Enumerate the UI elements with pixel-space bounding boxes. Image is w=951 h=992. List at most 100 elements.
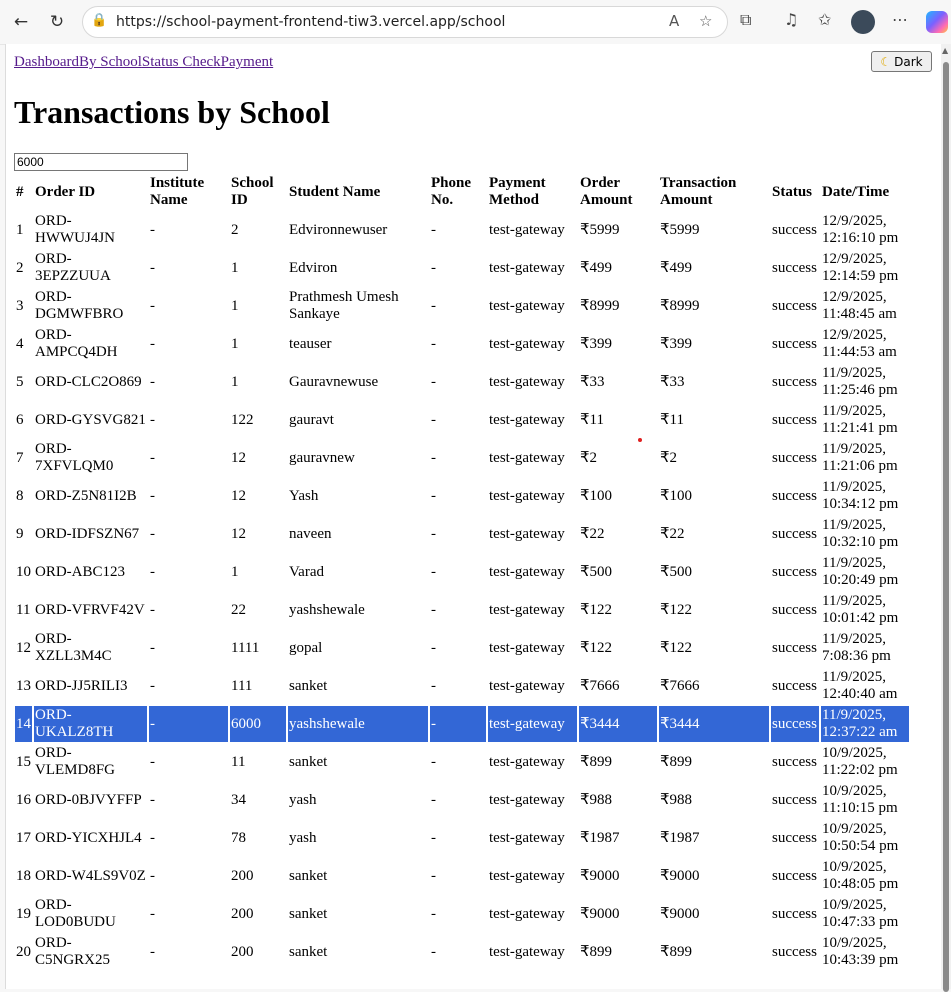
table-row[interactable]: 11 ORD-VFRVF42V -22 yashshewale - test-gatewa… xyxy=(15,592,909,628)
cell-index: 17 xyxy=(16,829,31,846)
nav-link-status-check[interactable]: Status Check xyxy=(142,54,221,70)
cell-school-id: 12 xyxy=(231,449,246,466)
cell-school-id: 1 xyxy=(231,297,239,314)
cell-institute: - xyxy=(150,753,155,770)
back-arrow-icon[interactable]: ← xyxy=(8,9,34,35)
extensions-icon[interactable]: ⧉ xyxy=(740,10,751,30)
profile-avatar[interactable] xyxy=(851,10,875,34)
cell-order-id: ORD-VLEMD8FG xyxy=(35,745,116,778)
table-row[interactable]: 16 ORD-0BJVYFFP -34 yash - test-gateway ₹988 ₹9… xyxy=(15,782,909,818)
school-id-filter-input[interactable] xyxy=(14,153,188,171)
cell-order-amount: ₹11 xyxy=(580,411,604,428)
cell-institute: - xyxy=(150,411,155,428)
cell-order-id: ORD-C5NGRX25 xyxy=(35,935,111,968)
table-row[interactable]: 10 ORD-ABC123 - 1 Varad - test-gateway ₹500 ₹500… xyxy=(15,554,909,590)
table-row[interactable]: 20 ORD-C5NGRX25 - 200 sanket - test-gateway ₹89… xyxy=(15,934,909,970)
address-bar[interactable]: 🔒 https://school-payment-frontend-tiw3.v… xyxy=(82,6,728,38)
cell-payment-method: test-gateway xyxy=(489,411,565,428)
dark-mode-button[interactable]: ☾ Dark xyxy=(871,51,932,72)
nav-link-payment[interactable]: Payment xyxy=(221,54,274,70)
cell-order-amount: ₹7666 xyxy=(580,677,620,694)
cell-school-id: 1 xyxy=(231,259,239,276)
cell-school-id: 200 xyxy=(231,943,254,960)
col-header-datetime: Date/Time xyxy=(822,183,890,200)
cell-order-amount: ₹122 xyxy=(580,601,613,618)
media-icon[interactable]: ♫ xyxy=(784,10,798,29)
cell-order-amount: ₹2 xyxy=(580,449,598,466)
cell-phone: - xyxy=(431,867,436,884)
cell-status: success xyxy=(772,449,817,466)
cell-transaction-amount: ₹500 xyxy=(660,563,693,580)
nav-link-dashboard[interactable]: Dashboard xyxy=(14,54,79,70)
cell-index: 12 xyxy=(16,639,31,656)
table-row[interactable]: 12 ORD-XZLL3M4C - 1111 gopal - test-gateway ₹12… xyxy=(15,630,909,666)
refresh-icon[interactable]: ↻ xyxy=(44,9,70,35)
cell-datetime: 11/9/2025, 11:21:41 pm xyxy=(822,403,898,436)
cell-datetime: 11/9/2025, 10:01:42 pm xyxy=(822,593,899,626)
cell-index: 3 xyxy=(16,297,24,314)
table-row[interactable]: 15 ORD-VLEMD8FG - 11 sanket - test-gateway ₹899… xyxy=(15,744,909,780)
table-row[interactable]: 17 ORD-YICXHJL4-78 yash - test-gateway ₹1987 ₹… xyxy=(15,820,909,856)
table-row[interactable]: 18 ORD-W4LS9V0Z -200 sanket - test-gateway ₹90… xyxy=(15,858,909,894)
cell-school-id: 1 xyxy=(231,373,239,390)
scrollbar-thumb[interactable] xyxy=(943,62,949,992)
cell-student: sanket xyxy=(289,905,328,922)
cell-order-amount: ₹3444 xyxy=(579,706,657,742)
table-row[interactable]: 9 ORD-IDFSZN67-12 naveen - test-gateway ₹22 ₹2… xyxy=(15,516,909,552)
cell-order-id: ORD-AMPCQ4DH xyxy=(35,327,118,360)
table-row[interactable]: 6 ORD-GYSVG821-122 gauravt - test-gateway ₹11… xyxy=(15,402,909,438)
col-header-student: Student Name xyxy=(289,183,381,200)
read-aloud-icon[interactable]: A xyxy=(669,12,679,30)
cell-order-id: ORD-Z5N81I2B xyxy=(35,487,137,504)
cell-institute: - xyxy=(150,525,155,542)
table-row[interactable]: 14 ORD-UKALZ8TH -6000 yashshewale - test-gate… xyxy=(15,706,909,742)
cell-order-id: ORD-UKALZ8TH xyxy=(34,706,147,742)
table-row[interactable]: 13 ORD-JJ5RILI3 - 111 sanket - test-gateway ₹76… xyxy=(15,668,909,704)
favorite-star-icon[interactable]: ☆ xyxy=(699,12,712,30)
table-row[interactable]: 19 ORD-LOD0BUDU - 200 sanket - test-gateway ₹90… xyxy=(15,896,909,932)
cell-institute: - xyxy=(150,297,155,314)
cell-phone: - xyxy=(431,791,436,808)
cell-datetime: 11/9/2025, 10:34:12 pm xyxy=(822,479,899,512)
cell-order-id: ORD-JJ5RILI3 xyxy=(35,677,128,694)
table-row[interactable]: 2 ORD-3EPZZUUA - 1 Edviron - test-gateway ₹499 ₹… xyxy=(15,250,909,286)
table-row[interactable]: 4 ORD-AMPCQ4DH - 1 teauser - test-gateway ₹399 ₹… xyxy=(15,326,909,362)
table-row[interactable]: 7 ORD-7XFVLQM0 - 12 gauravnew - test-gateway ₹2… xyxy=(15,440,909,476)
cell-student: gauravt xyxy=(289,411,334,428)
cell-index: 7 xyxy=(16,449,24,466)
cell-payment-method: test-gateway xyxy=(489,905,565,922)
cell-datetime: 11/9/2025, 11:21:06 pm xyxy=(822,441,898,474)
cell-index: 16 xyxy=(16,791,31,808)
nav-link-by-school[interactable]: By School xyxy=(79,54,142,70)
cell-student: Edviron xyxy=(289,259,338,276)
table-row[interactable]: 5 ORD-CLC2O869-1 Gauravnewuse - test-gateway… xyxy=(15,364,909,400)
page-title: Transactions by School xyxy=(14,94,330,130)
col-header-status: Status xyxy=(772,183,813,200)
cell-institute: - xyxy=(150,259,155,276)
cell-phone: - xyxy=(431,639,436,656)
cell-datetime: 10/9/2025, 10:50:54 pm xyxy=(822,821,899,854)
table-row[interactable]: 8 ORD-Z5N81I2B -12 Yash - test-gateway ₹100 ₹10… xyxy=(15,478,909,514)
cell-student: gauravnew xyxy=(289,449,355,466)
cell-datetime: 12/9/2025, 11:44:53 am xyxy=(822,327,897,360)
cell-student: Varad xyxy=(289,563,324,580)
site-info-icon[interactable]: 🔒 xyxy=(91,13,107,28)
cell-student: Prathmesh Umesh Sankaye xyxy=(289,289,399,322)
cell-status: success xyxy=(772,297,817,314)
table-row[interactable]: 3 ORD-DGMWFBRO - 1 Prathmesh Umesh Sankaye - t… xyxy=(15,288,909,324)
cell-transaction-amount: ₹8999 xyxy=(660,297,700,314)
more-menu-icon[interactable]: ⋯ xyxy=(892,10,908,29)
col-header-index: # xyxy=(16,183,24,200)
page-scrollbar[interactable]: ▲ xyxy=(941,44,951,992)
copilot-icon[interactable] xyxy=(926,11,948,33)
favorites-icon[interactable]: ✩ xyxy=(818,10,831,29)
table-row[interactable]: 1 ORD-HWWUJ4JN - 2 Edvironnewuser - test-gatew… xyxy=(15,212,909,248)
cell-order-amount: ₹399 xyxy=(580,335,613,352)
cell-status: success xyxy=(772,905,817,922)
cell-payment-method: test-gateway xyxy=(489,943,565,960)
cell-payment-method: test-gateway xyxy=(489,791,565,808)
cell-transaction-amount: ₹988 xyxy=(660,791,693,808)
scroll-up-icon[interactable]: ▲ xyxy=(942,46,948,55)
cell-institute: - xyxy=(150,335,155,352)
moon-icon: ☾ xyxy=(880,54,892,69)
